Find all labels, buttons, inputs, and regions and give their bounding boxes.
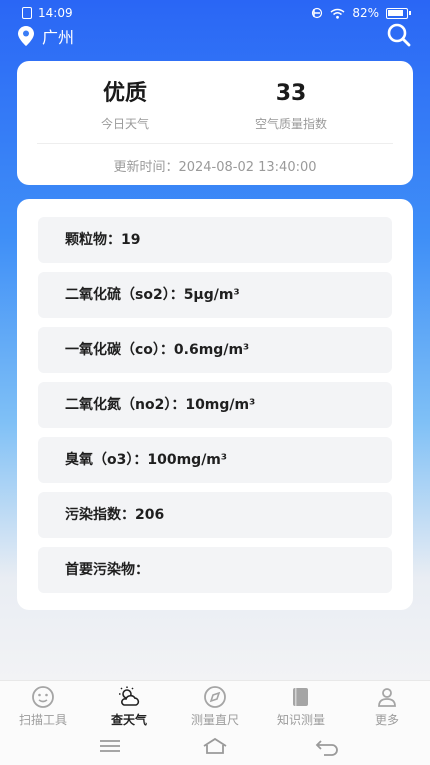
tab-label: 查天气 [110, 713, 147, 727]
quality-value: 优质 [102, 81, 147, 106]
scan-face-icon [32, 686, 54, 708]
quality-label: 今日天气 [100, 117, 149, 131]
list-item-primary-pollutant: 首要污染物： [38, 547, 392, 593]
location-pin-icon [18, 26, 34, 46]
tab-label: 扫描工具 [18, 713, 67, 727]
list-item-o3: 臭氧（o3）：100mg/m³ [38, 437, 392, 483]
book-icon [293, 688, 308, 706]
list-item-co: 一氧化碳（co）：0.6mg/m³ [38, 327, 392, 373]
search-icon[interactable] [386, 22, 412, 48]
bottom-tab-bar: 扫描工具 查天气 测量直尺 知识测量 更多 [0, 680, 430, 728]
list-item-pollution-index: 污染指数：206 [38, 492, 392, 538]
person-icon [378, 688, 396, 707]
tab-more[interactable]: 更多 [344, 685, 430, 728]
tab-ruler[interactable]: 测量直尺 [172, 685, 258, 728]
tab-scan-tools[interactable]: 扫描工具 [0, 685, 86, 728]
aqi-label: 空气质量指数 [254, 117, 327, 131]
tab-label: 测量直尺 [190, 713, 239, 727]
status-time: 14:09 [38, 6, 73, 20]
tab-label: 知识测量 [276, 713, 325, 727]
pollutant-list-card: 颗粒物：19 二氧化硫（so2）：5μg/m³ 一氧化碳（co）：0.6mg/m… [17, 199, 413, 610]
list-item-no2: 二氧化氮（no2）：10mg/m³ [38, 382, 392, 428]
update-time: 更新时间：2024-08-02 13:40:00 [113, 160, 317, 175]
menu-icon[interactable] [97, 736, 123, 756]
location-selector[interactable]: 广州 [18, 24, 74, 48]
mute-icon [312, 7, 323, 19]
compass-icon [204, 686, 226, 708]
home-icon[interactable] [202, 736, 228, 756]
system-nav-bar [0, 728, 430, 765]
battery-percent: 82% [352, 6, 379, 20]
top-bar: 广州 [0, 22, 430, 50]
divider [37, 143, 393, 144]
tab-weather[interactable]: 查天气 [86, 685, 172, 728]
battery-icon [386, 7, 411, 19]
wifi-icon [330, 8, 345, 19]
sim-icon [22, 7, 32, 19]
weather-icon [119, 686, 140, 706]
list-item-particulate: 颗粒物：19 [38, 217, 392, 263]
aqi-value: 33 [275, 81, 307, 106]
aqi-stat: 33 空气质量指数 [201, 79, 381, 132]
tab-knowledge[interactable]: 知识测量 [258, 685, 344, 728]
back-icon[interactable] [314, 736, 340, 756]
tab-label: 更多 [374, 713, 399, 727]
list-item-so2: 二氧化硫（so2）：5μg/m³ [38, 272, 392, 318]
air-quality-summary-card: 优质 今日天气 33 空气质量指数 更新时间：2024-08-02 13:40:… [17, 61, 413, 185]
city-name: 广州 [42, 28, 75, 47]
weather-quality: 优质 今日天气 [35, 79, 215, 132]
